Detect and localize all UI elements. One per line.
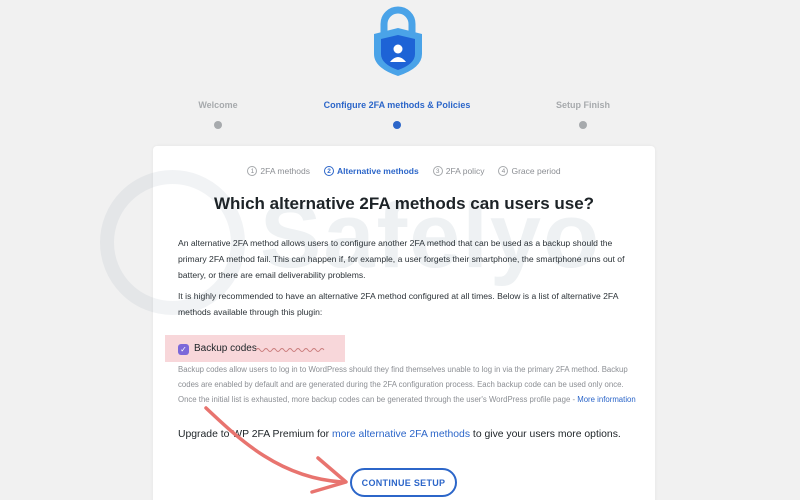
substep-grace-period[interactable]: 4 Grace period	[498, 166, 561, 176]
page-title: Which alternative 2FA methods can users …	[213, 194, 595, 213]
substep-label: 2FA policy	[445, 166, 485, 176]
substep-number: 4	[498, 166, 509, 176]
substep-alternative-methods[interactable]: 2 Alternative methods	[324, 166, 419, 176]
substep-label: Alternative methods	[337, 166, 419, 176]
upgrade-notice: Upgrade to WP 2FA Premium for more alter…	[178, 429, 621, 440]
wizard-steps: Welcome Configure 2FA methods & Policies…	[0, 100, 800, 140]
backup-codes-label[interactable]: Backup codes	[194, 343, 257, 354]
substep-nav: 1 2FA methods 2 Alternative methods 3 2F…	[153, 166, 655, 176]
substep-number: 1	[247, 166, 258, 176]
step-dot	[214, 121, 222, 129]
substep-label: Grace period	[511, 166, 561, 176]
substep-number: 2	[324, 166, 334, 176]
wizard-step-finish[interactable]: Setup Finish	[473, 100, 693, 129]
substep-2fa-methods[interactable]: 1 2FA methods	[247, 166, 310, 176]
upgrade-prefix: Upgrade to WP 2FA Premium for	[178, 429, 332, 440]
wizard-step-label: Welcome	[198, 100, 238, 110]
substep-2fa-policy[interactable]: 3 2FA policy	[432, 166, 485, 176]
wizard-step-label: Setup Finish	[556, 100, 610, 110]
step-dot	[579, 121, 587, 129]
description-text: Backup codes allow users to log in to Wo…	[178, 365, 628, 404]
upgrade-suffix: to give your users more options.	[470, 429, 621, 440]
more-information-link[interactable]: More information	[577, 395, 636, 404]
shield-lock-icon	[374, 6, 422, 76]
backup-codes-description: Backup codes allow users to log in to Wo…	[178, 362, 640, 407]
handwritten-note	[256, 348, 325, 352]
step-dot	[393, 121, 401, 129]
wizard-step-label: Configure 2FA methods & Policies	[323, 100, 471, 110]
more-methods-link[interactable]: more alternative 2FA methods	[332, 429, 470, 440]
substep-label: 2FA methods	[260, 166, 310, 176]
intro-paragraph: An alternative 2FA method allows users t…	[178, 238, 625, 280]
continue-setup-button[interactable]: CONTINUE SETUP	[350, 468, 457, 497]
substep-number: 3	[432, 166, 443, 176]
backup-codes-checkbox[interactable]: ✓	[178, 344, 189, 355]
recommendation-paragraph: It is highly recommended to have an alte…	[178, 291, 618, 317]
